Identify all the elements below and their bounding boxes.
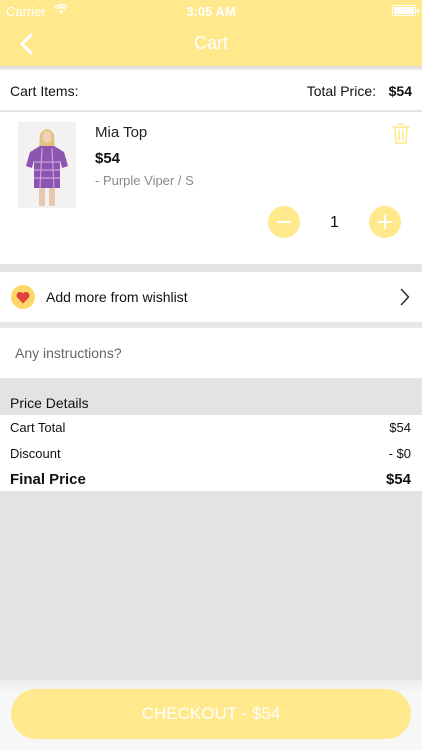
discount-value: - $0 [388,446,411,461]
nav-bar: Cart [0,22,422,66]
product-price: $54 [95,150,121,167]
wishlist-label: Add more from wishlist [46,289,188,305]
product-name[interactable]: Mia Top [95,124,147,141]
cart-total-label: Cart Total [10,420,66,435]
cart-total-row: Cart Total $54 [0,416,422,438]
cart-summary: Cart Items: Total Price: $54 [0,70,422,111]
checkout-button[interactable]: CHECKOUT - $54 [11,689,411,739]
cart-item: Mia Top $54 - Purple Viper / S 1 [0,112,422,264]
final-price-label: Final Price [10,471,86,488]
cart-total-value: $54 [389,420,411,435]
status-bar: Carrier 3:05 AM [0,0,422,22]
price-details-title: Price Details [10,395,89,411]
page-title: Cart [193,33,228,53]
clock: 3:05 AM [186,4,236,19]
heart-icon [16,291,30,304]
final-price-row: Final Price $54 [0,468,422,490]
product-image[interactable] [18,122,76,208]
quantity-value: 1 [330,214,339,231]
chevron-right-icon [400,288,410,306]
decrease-quantity-button[interactable] [268,206,300,238]
price-details: Cart Total $54 Discount - $0 Final Price… [0,415,422,491]
instructions-section [0,328,422,378]
instructions-input[interactable] [15,342,405,364]
total-price-label: Total Price: [306,83,376,99]
discount-row: Discount - $0 [0,442,422,464]
trash-icon[interactable] [392,122,410,144]
cart-items-label: Cart Items: [10,83,79,99]
price-details-header: Price Details [0,378,422,415]
section-divider [0,264,422,272]
product-variant: - Purple Viper / S [95,173,194,188]
heart-badge [11,285,35,309]
discount-label: Discount [10,446,61,461]
increase-quantity-button[interactable] [369,206,401,238]
total-price-value: $54 [388,83,412,99]
final-price-value: $54 [385,471,411,488]
battery-icon [392,5,419,16]
wishlist-row[interactable]: Add more from wishlist [0,272,422,322]
minus-icon [277,221,291,223]
